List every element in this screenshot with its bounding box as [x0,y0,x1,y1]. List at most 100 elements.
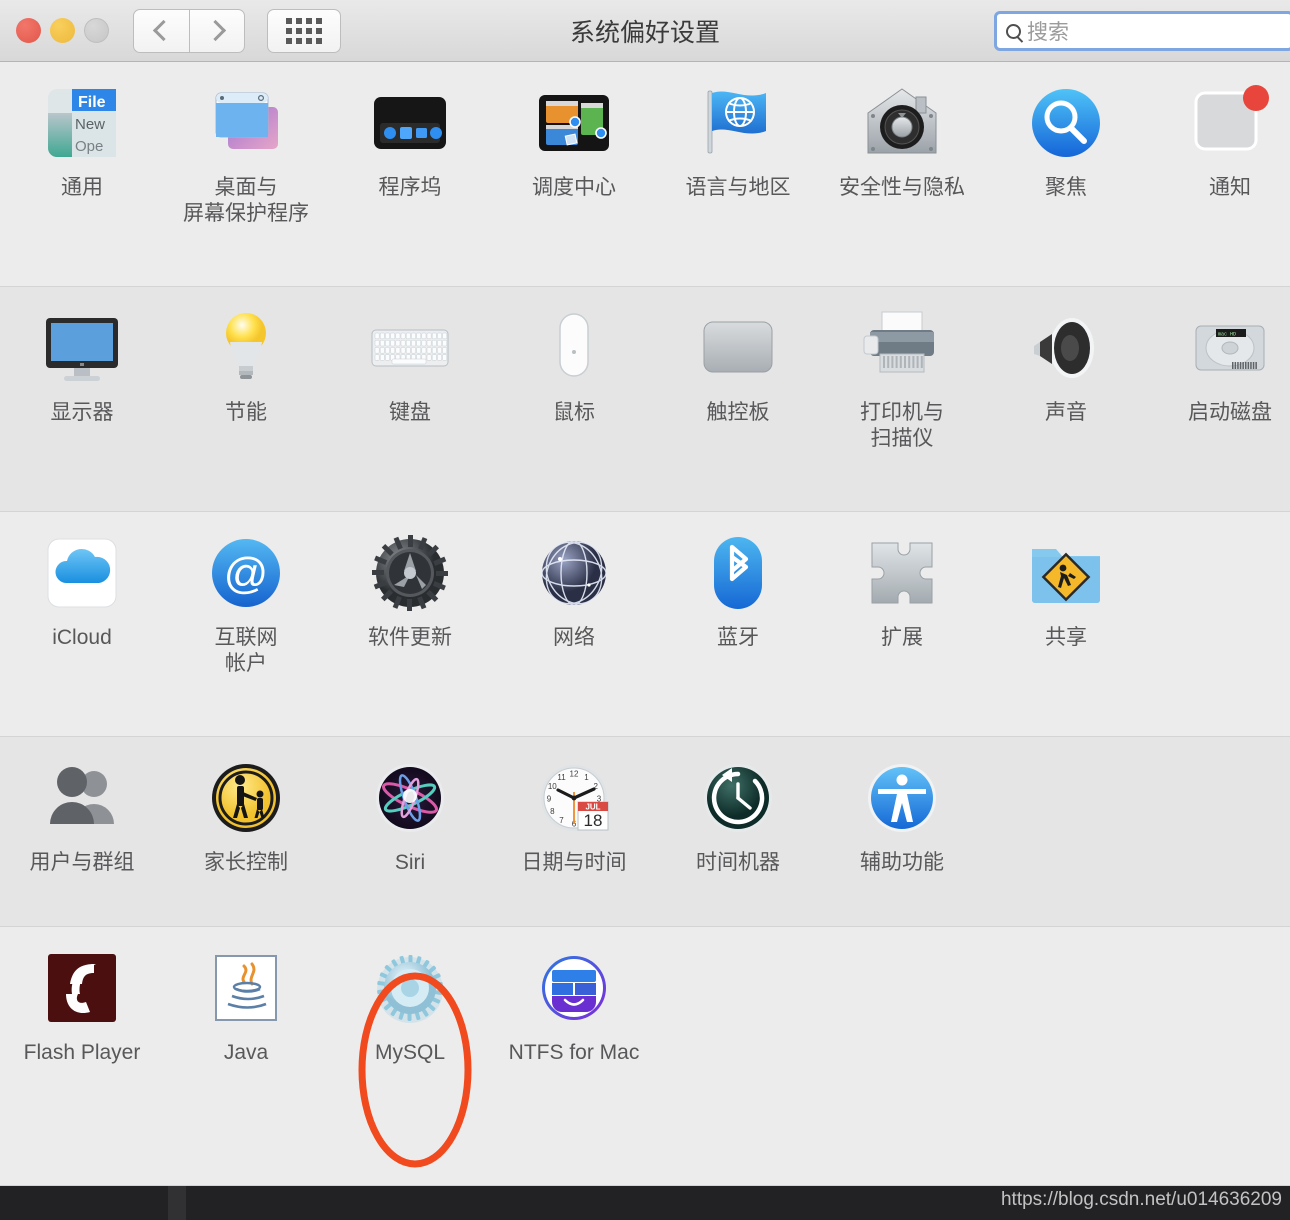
back-button[interactable] [133,8,189,53]
pref-pane-keyboard[interactable]: 键盘 [328,287,492,451]
pref-pane-language-region-flag[interactable]: 语言与地区 [656,62,820,226]
sharing-folder-icon [1023,530,1109,616]
java-icon [203,945,289,1031]
pref-pane-desktop-screensaver[interactable]: 桌面与 屏幕保护程序 [164,62,328,226]
printers-scanners-icon [859,305,945,391]
pref-pane-label: 时间机器 [696,851,780,874]
pref-pane-extensions-puzzle[interactable]: 扩展 [820,512,984,676]
pref-pane-java[interactable]: Java [164,927,328,1066]
pref-pane-label: 软件更新 [368,626,452,649]
chevron-left-icon [152,19,175,42]
grid-dots-icon [286,17,322,44]
internet-accounts-at-icon: @ [203,530,289,616]
pref-pane-label: 通知 [1209,176,1251,199]
pane-row-5: Flash Player Java MySQL NTFS for Mac [0,927,1290,1186]
show-all-button[interactable] [267,8,341,53]
search-placeholder: 搜索 [1027,21,1069,44]
dock-icon [367,80,453,166]
pref-pane-displays-monitor[interactable]: 显示器 [0,287,164,451]
svg-text:1: 1 [584,773,589,782]
pref-pane-parental-controls[interactable]: 家长控制 [164,737,328,876]
pref-pane-users-groups[interactable]: 用户与群组 [0,737,164,876]
bluetooth-icon [695,530,781,616]
pref-pane-time-machine[interactable]: 时间机器 [656,737,820,876]
system-preferences-window: 系统偏好设置 搜索 File New Ope 通用 桌面与 屏幕保护程序 程序坞 调度中心 语… [0,0,1290,1220]
forward-button[interactable] [189,8,245,53]
pref-pane-date-time-clock[interactable]: 121234567891011JUL18日期与时间 [492,737,656,876]
pref-pane-label: 键盘 [389,401,431,424]
pane-row-grid: File New Ope 通用 桌面与 屏幕保护程序 程序坞 调度中心 语言与地区 安全性与隐私… [0,62,1290,226]
pane-row-3: iCloud @ 互联网 帐户 软件更新 网络 蓝牙 扩展 共享 [0,512,1290,737]
mysql-gear-icon [367,945,453,1031]
pref-pane-mysql-gear[interactable]: MySQL [328,927,492,1066]
pref-pane-label: 用户与群组 [29,851,135,874]
pref-pane-label: 触控板 [706,401,770,424]
pref-pane-flash-player[interactable]: Flash Player [0,927,164,1066]
pref-pane-label: 安全性与隐私 [839,176,965,199]
pref-pane-general[interactable]: File New Ope 通用 [0,62,164,226]
pref-pane-label: 声音 [1045,401,1087,424]
pref-pane-notifications[interactable]: 通知 [1148,62,1290,226]
pref-pane-printers-scanners[interactable]: 打印机与 扫描仪 [820,287,984,451]
search-input[interactable]: 搜索 [994,11,1290,51]
pref-pane-label: 调度中心 [532,176,616,199]
pref-pane-icloud[interactable]: iCloud [0,512,164,676]
svg-text:@: @ [224,549,269,598]
ntfs-for-mac-icon [531,945,617,1031]
pref-pane-label: Siri [394,851,426,874]
displays-monitor-icon [39,305,125,391]
pref-pane-ntfs-for-mac[interactable]: NTFS for Mac [492,927,656,1066]
pref-pane-sound-speaker[interactable]: 声音 [984,287,1148,451]
pref-pane-label: 扩展 [881,626,923,649]
navigation-buttons [133,8,245,53]
pref-pane-internet-accounts-at[interactable]: @ 互联网 帐户 [164,512,328,676]
svg-text:18: 18 [584,811,603,830]
pref-pane-mouse[interactable]: 鼠标 [492,287,656,451]
pref-pane-sharing-folder[interactable]: 共享 [984,512,1148,676]
flash-player-icon [39,945,125,1031]
pref-pane-label: MySQL [374,1041,445,1064]
minimize-button[interactable] [50,18,75,43]
pref-pane-trackpad[interactable]: 触控板 [656,287,820,451]
pref-pane-label: 辅助功能 [860,851,944,874]
pref-pane-mission-control[interactable]: 调度中心 [492,62,656,226]
pref-pane-bluetooth[interactable]: 蓝牙 [656,512,820,676]
pref-pane-label: Flash Player [23,1041,141,1064]
zoom-button[interactable] [84,18,109,43]
pref-pane-startup-disk[interactable]: mac HD 启动磁盘 [1148,287,1290,451]
close-button[interactable] [16,18,41,43]
pane-row-4: 用户与群组 家长控制 Siri 121234567891011JUL18日期与时间时间… [0,737,1290,927]
pref-pane-siri[interactable]: Siri [328,737,492,876]
language-region-flag-icon [695,80,781,166]
pref-pane-label: 共享 [1045,626,1087,649]
accessibility-icon [859,755,945,841]
energy-saver-bulb-icon [203,305,289,391]
pref-pane-dock[interactable]: 程序坞 [328,62,492,226]
pref-pane-network-globe[interactable]: 网络 [492,512,656,676]
pane-row-grid: iCloud @ 互联网 帐户 软件更新 网络 蓝牙 扩展 共享 [0,512,1290,676]
pref-pane-label: iCloud [52,626,112,649]
search-icon [1006,23,1021,39]
siri-icon [367,755,453,841]
pref-pane-label: Java [223,1041,269,1064]
preference-panes-grid: File New Ope 通用 桌面与 屏幕保护程序 程序坞 调度中心 语言与地区 安全性与隐私… [0,62,1290,1186]
mouse-icon [531,305,617,391]
pref-pane-accessibility[interactable]: 辅助功能 [820,737,984,876]
pref-pane-label: 互联网 帐户 [214,626,278,675]
pane-row-grid: 用户与群组 家长控制 Siri 121234567891011JUL18日期与时间时间… [0,737,1290,876]
extensions-puzzle-icon [859,530,945,616]
sound-speaker-icon [1023,305,1109,391]
pref-pane-software-update-gear[interactable]: 软件更新 [328,512,492,676]
startup-disk-icon: mac HD [1187,305,1273,391]
pref-pane-energy-saver-bulb[interactable]: 节能 [164,287,328,451]
pref-pane-spotlight-magnifier[interactable]: 聚焦 [984,62,1148,226]
users-groups-icon [39,755,125,841]
pref-pane-label: 节能 [225,401,267,424]
pref-pane-security-privacy-house[interactable]: 安全性与隐私 [820,62,984,226]
security-privacy-house-icon [859,80,945,166]
watermark-text: https://blog.csdn.net/u014636209 [1000,1189,1282,1210]
pref-pane-label: 启动磁盘 [1188,401,1272,424]
time-machine-icon [695,755,781,841]
window-controls [16,18,109,43]
pref-pane-label: 鼠标 [553,401,595,424]
